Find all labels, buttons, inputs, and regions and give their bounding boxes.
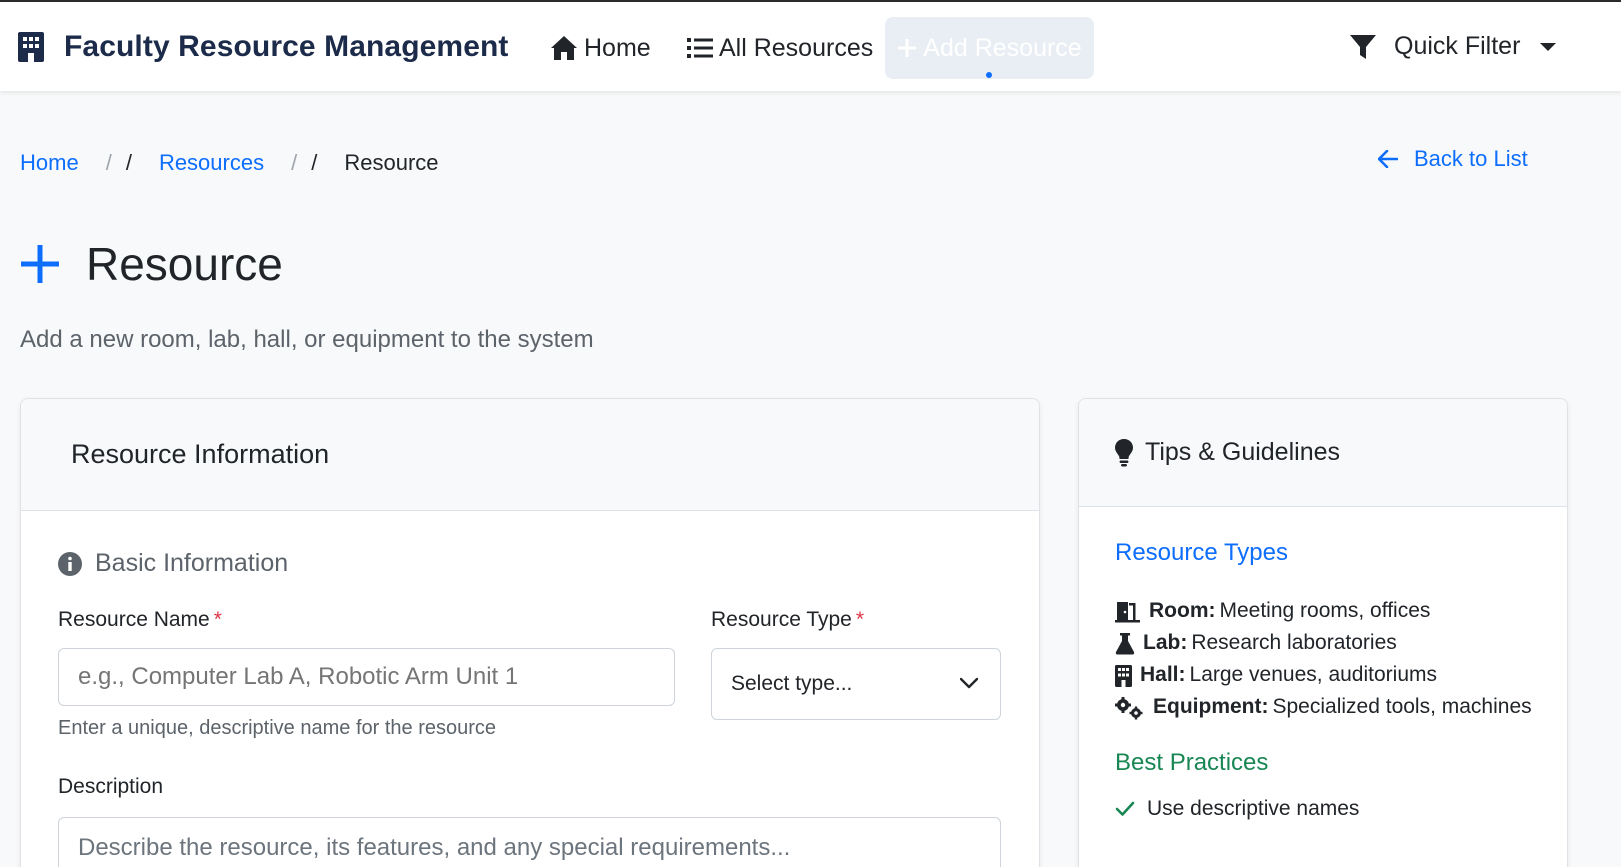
page-subtitle: Add a new room, lab, hall, or equipment … [20,326,594,353]
tip-item-desc: Research laboratories [1191,631,1397,654]
nav-home-link[interactable]: Home [550,30,651,66]
nav-add-resource-label: Add Resource [923,33,1082,62]
description-placeholder: Describe the resource, its features, and… [78,834,791,861]
required-asterisk: * [213,608,222,631]
info-circle-icon [58,551,82,576]
breadcrumb-separator: / [311,150,318,175]
resource-name-input[interactable] [58,648,675,706]
nav-all-resources-label: All Resources [719,33,874,62]
door-open-icon [1115,602,1140,623]
tip-item-room: Room: Meeting rooms, offices [1115,595,1545,627]
resource-type-selected: Select type... [731,672,853,695]
breadcrumb: Home / / Resources / / Resource [20,150,439,176]
quick-filter-dropdown[interactable]: Quick Filter [1350,32,1557,61]
description-textarea[interactable]: Describe the resource, its features, and… [58,817,1001,867]
tip-item-name: Room: [1149,599,1216,622]
quick-filter-label: Quick Filter [1394,32,1521,60]
card-header: Tips & Guidelines [1079,399,1567,507]
resource-type-label-text: Resource Type [711,608,852,631]
back-to-list-link[interactable]: Back to List [1378,146,1528,172]
tip-item-equipment: Equipment: Specialized tools, machines [1115,691,1545,723]
required-asterisk: * [855,608,865,631]
tip-item-desc: Specialized tools, machines [1272,695,1532,718]
list-icon [687,38,713,58]
plus-icon [21,245,59,283]
home-icon [551,36,577,60]
best-practice-text: Use descriptive names [1147,797,1360,820]
page-heading: Resource [86,238,283,290]
brand[interactable]: Faculty Resource Management [18,30,509,64]
tip-item-name: Equipment: [1153,695,1269,718]
breadcrumb-separator: / [105,150,112,175]
best-practice-item: Use descriptive names [1115,797,1545,821]
nav-home-label: Home [584,33,651,62]
resource-type-label: Resource Type * [711,608,864,632]
section-title-label: Basic Information [95,549,289,577]
tips-guidelines-card: Tips & Guidelines Resource Types Room: Me… [1078,398,1568,867]
best-practices-heading: Best Practices [1115,749,1269,776]
arrow-left-icon [1378,150,1398,168]
lightbulb-icon [1115,438,1133,466]
tips-body: Resource Types Room: Meeting rooms, offic… [1115,539,1545,821]
tip-item-lab: Lab: Research laboratories [1115,627,1545,659]
card-title: Resource Information [71,439,330,469]
breadcrumb-resources[interactable]: Resources [159,150,264,176]
breadcrumb-separator: / [291,150,298,175]
check-icon [1115,801,1135,816]
resource-types-heading: Resource Types [1115,539,1288,566]
back-to-list-label: Back to List [1414,146,1528,171]
chevron-down-icon [1540,42,1557,51]
tip-item-hall: Hall: Large venues, auditoriums [1115,659,1545,691]
tip-item-desc: Large venues, auditoriums [1189,663,1437,686]
filter-icon [1350,34,1376,59]
resource-name-help: Enter a unique, descriptive name for the… [58,717,497,739]
tip-item-name: Hall: [1140,663,1186,686]
building-icon [18,32,44,62]
section-basic-information: Basic Information [58,549,288,578]
brand-title: Faculty Resource Management [64,30,509,63]
description-label: Description [58,775,164,798]
flask-icon [1115,633,1135,655]
tips-title: Tips & Guidelines [1145,438,1340,466]
top-navbar: Faculty Resource Management Home All Res… [0,0,1621,91]
resource-information-card: Resource Information Basic Information R… [20,398,1040,867]
resource-name-label-text: Resource Name [58,608,210,631]
tip-item-desc: Meeting rooms, offices [1219,599,1431,622]
chevron-down-icon [960,677,978,689]
page-title: Resource [20,237,283,291]
breadcrumb-current: Resource [344,150,439,175]
gears-icon [1115,697,1143,720]
nav-all-resources-link[interactable]: All Resources [687,30,873,66]
card-header: Resource Information [21,399,1039,511]
building-icon [1115,665,1132,687]
nav-add-resource-link[interactable]: Add Resource [885,17,1094,79]
active-indicator-dot [986,72,992,78]
plus-icon [898,39,917,57]
breadcrumb-separator: / [125,150,132,175]
resource-type-select[interactable]: Select type... [711,648,1001,720]
resource-name-label: Resource Name * [58,608,222,632]
breadcrumb-home[interactable]: Home [20,150,79,176]
tip-item-name: Lab: [1143,631,1188,654]
